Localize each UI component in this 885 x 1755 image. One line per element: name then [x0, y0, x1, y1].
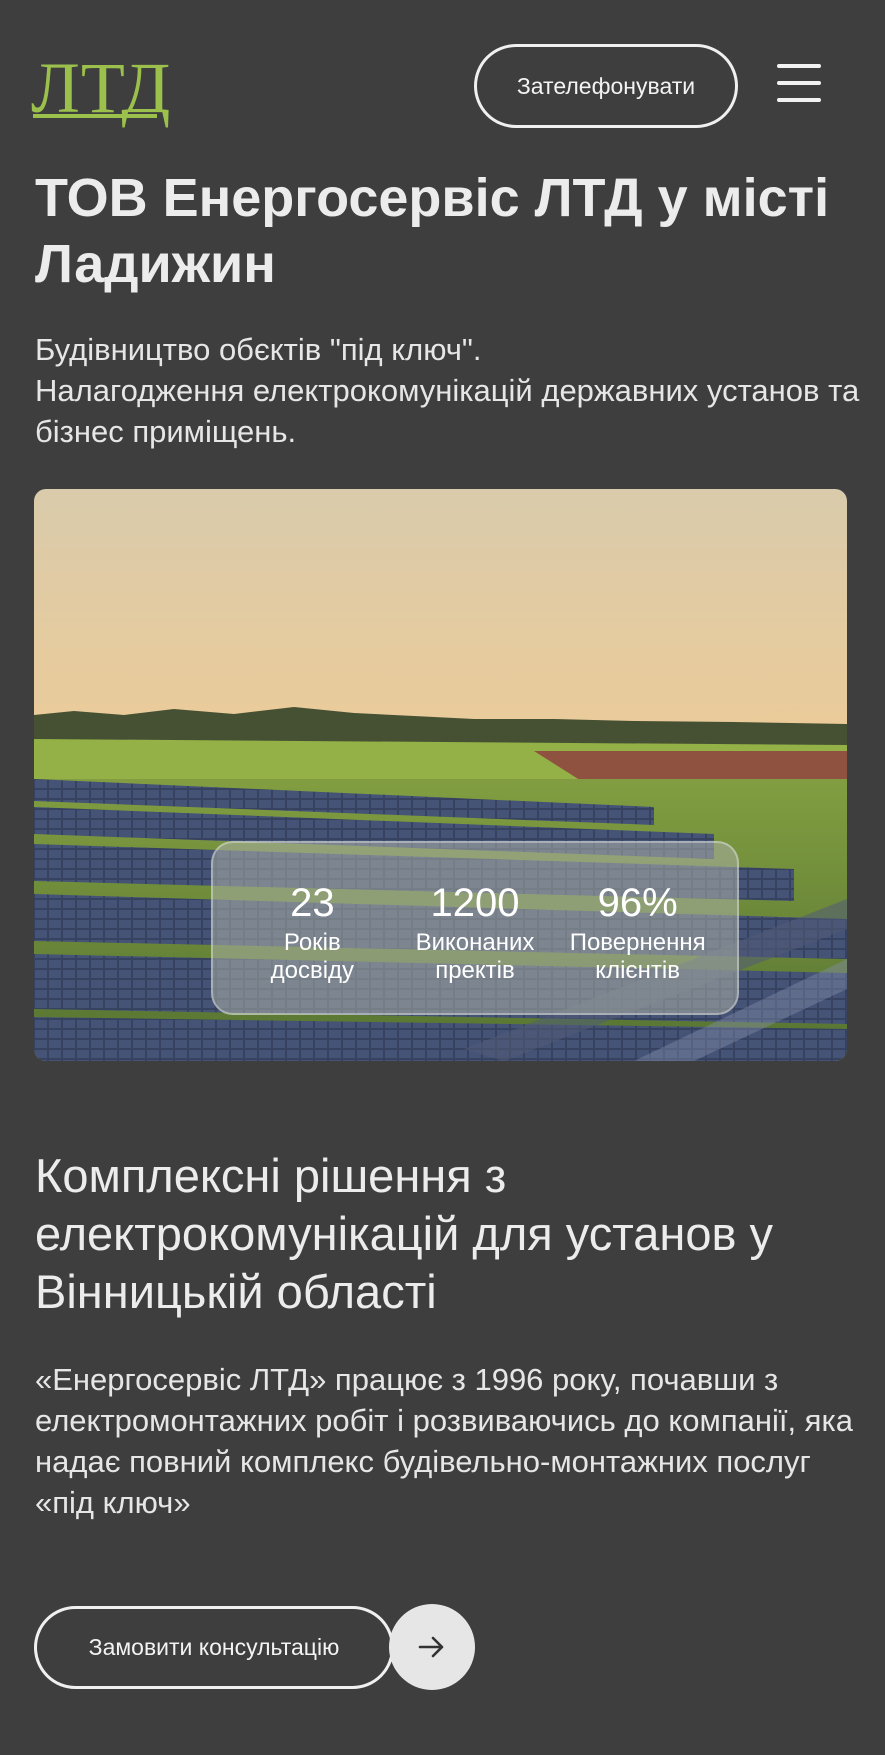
- stat-label-line: Років: [283, 929, 341, 956]
- stat-label-line: Виконаних: [415, 929, 535, 956]
- hero-lead-line-2: Налагодження електрокомунікацій державни…: [35, 373, 860, 449]
- order-consultation-button[interactable]: Замовити консультацію: [34, 1606, 394, 1689]
- section-title: Комплексні рішення з електрокомунікацій …: [35, 1149, 774, 1318]
- section-description: «Енергосервіс ЛТД» працює з 1996 року, п…: [35, 1362, 853, 1520]
- hero-image: 23 Років досвіду 1200 Виконаних пректів …: [34, 489, 847, 1061]
- stat-value: 23: [290, 881, 335, 925]
- hero-lead-text: Будівництво обєктів "під ключ". Налагодж…: [35, 329, 865, 452]
- stat-label: Повернення клієнтів: [563, 929, 713, 985]
- stats-panel: 23 Років досвіду 1200 Виконаних пректів …: [211, 841, 739, 1015]
- hamburger-menu-icon[interactable]: [774, 62, 824, 104]
- site-header: ЛТД Зателефонувати: [0, 0, 885, 170]
- arrow-right-icon[interactable]: [389, 1604, 475, 1690]
- stat-projects: 1200 Виконаних пректів: [400, 881, 550, 985]
- page-title: ТОВ Енергосервіс ЛТД у місті Ладижин: [35, 168, 830, 294]
- stat-label: Виконаних пректів: [400, 929, 550, 985]
- company-logo[interactable]: ЛТД: [31, 52, 171, 124]
- stat-returning-clients: 96% Повернення клієнтів: [563, 881, 713, 985]
- stat-label-line: досвіду: [270, 957, 355, 984]
- stat-label-line: клієнтів: [595, 957, 680, 984]
- stat-label: Років досвіду: [237, 929, 387, 985]
- hero-lead-line-1: Будівництво обєктів "під ключ".: [35, 332, 482, 367]
- stat-label-line: Повернення: [569, 929, 706, 956]
- call-button[interactable]: Зателефонувати: [474, 44, 738, 128]
- stat-value: 1200: [430, 881, 520, 925]
- stat-value: 96%: [597, 881, 678, 925]
- stat-label-line: пректів: [435, 957, 515, 984]
- stat-experience: 23 Років досвіду: [237, 881, 387, 985]
